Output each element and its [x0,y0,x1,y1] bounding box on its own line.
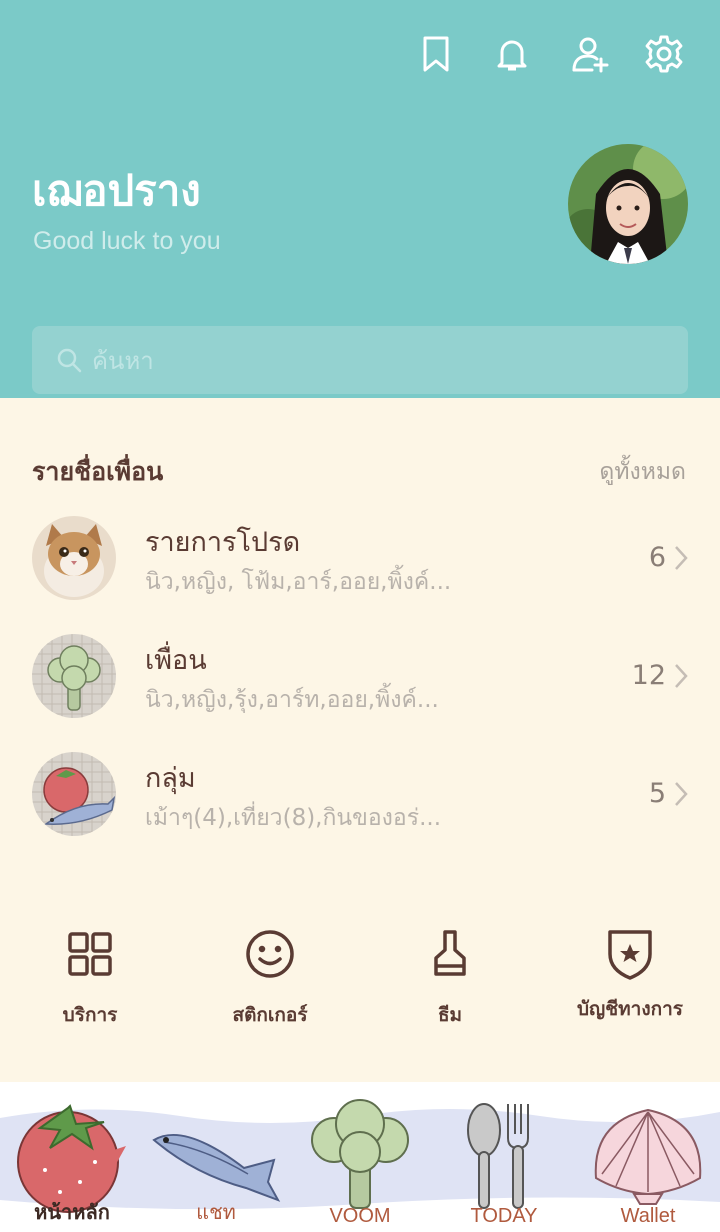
stickers-label: สติกเกอร์ [232,1004,308,1026]
list-item-title: รายการโปรด [145,527,301,558]
tab-wallet[interactable]: Wallet [576,1082,720,1232]
chevron-right-icon [675,664,688,688]
services-label: บริการ [62,1004,118,1026]
tab-voom[interactable]: VOOM [288,1082,432,1232]
search-input[interactable]: ค้นหา [32,326,688,394]
gear-icon[interactable] [642,32,686,76]
bookmark-icon[interactable] [414,32,458,76]
tab-wallet-label: Wallet [620,1205,676,1227]
chevron-right-icon [675,546,688,570]
bottom-tab-bar: หน้าหลัก แชท VOOM TODAY Wallet [0,1082,720,1232]
bell-icon[interactable] [490,32,534,76]
tab-chat-label: แชท [196,1202,236,1224]
list-item-subtitle: นิว,หญิง, โฟ้ม,อาร์,ออย,พิ้งค์... [145,569,452,595]
brush-icon [434,930,466,976]
list-item-title: เพื่อน [145,645,207,676]
list-item-favorites[interactable]: รายการโปรด นิว,หญิง, โฟ้ม,อาร์,ออย,พิ้งค… [0,516,720,626]
profile-avatar[interactable] [568,144,688,264]
themes-label: ธีม [437,1004,463,1026]
cat-avatar [32,516,116,600]
shield-star-icon [608,930,652,980]
themes-button[interactable]: ธีม [360,928,540,1028]
chevron-right-icon [675,782,688,806]
friends-section-title: รายชื่อเพื่อน [32,457,164,486]
add-friend-icon[interactable] [568,32,612,76]
tab-today[interactable]: TODAY [432,1082,576,1232]
profile-name[interactable]: เฌอปราง [32,158,201,224]
tab-home[interactable]: หน้าหลัก [0,1082,144,1232]
tab-voom-label: VOOM [329,1205,391,1227]
stickers-button[interactable]: สติกเกอร์ [180,928,360,1028]
tomato-fish-avatar [32,752,116,836]
profile-status-message[interactable]: Good luck to you [33,227,221,256]
see-all-link[interactable]: ดูทั้งหมด [599,454,686,490]
tab-chat[interactable]: แชท [144,1082,288,1232]
list-item-count: 12 [631,660,666,691]
grid-icon [68,932,112,976]
list-item-count: 5 [648,778,666,809]
smile-icon [246,930,294,978]
list-item-subtitle: เม้าๆ(4),เที่ยว(8),กินของอร่... [145,805,442,831]
list-item-friends[interactable]: เพื่อน นิว,หญิง,รุ้ง,อาร์ท,ออย,พิ้งค์...… [0,634,720,744]
services-button[interactable]: บริการ [0,928,180,1028]
tab-home-label: หน้าหลัก [34,1202,110,1224]
list-item-count: 6 [648,542,666,573]
profile-header: เฌอปราง Good luck to you ค้นหา [0,0,720,398]
tab-today-label: TODAY [470,1205,538,1227]
search-placeholder: ค้นหา [92,346,154,375]
official-accounts-label: บัญชีทางการ [577,998,683,1020]
official-accounts-button[interactable]: บัญชีทางการ [540,928,720,1028]
broccoli-avatar [32,634,116,718]
list-item-groups[interactable]: กลุ่ม เม้าๆ(4),เที่ยว(8),กินของอร่... 5 [0,752,720,862]
search-icon [57,348,82,373]
list-item-subtitle: นิว,หญิง,รุ้ง,อาร์ท,ออย,พิ้งค์... [145,687,439,713]
list-item-title: กลุ่ม [145,763,196,794]
